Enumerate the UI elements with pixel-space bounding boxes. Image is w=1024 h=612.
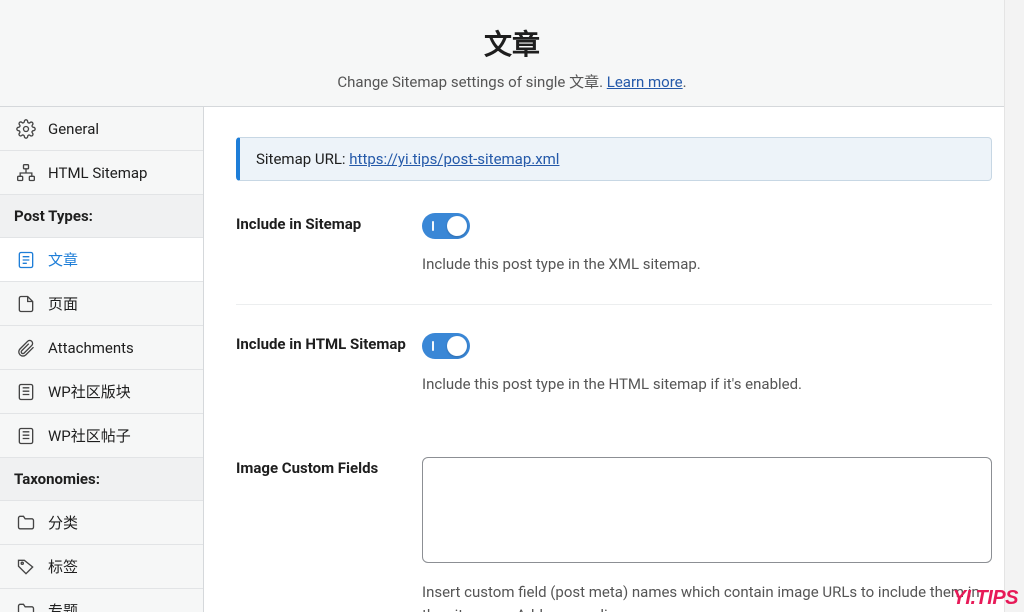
image-custom-fields-textarea[interactable] — [422, 457, 992, 563]
setting-help: Include this post type in the HTML sitem… — [422, 373, 992, 396]
include-sitemap-toggle[interactable] — [422, 213, 470, 239]
sitemap-url-link[interactable]: https://yi.tips/post-sitemap.xml — [349, 150, 559, 168]
sidebar-item-label: WP社区版块 — [48, 381, 131, 402]
page-icon — [16, 294, 36, 314]
setting-label: Image Custom Fields — [236, 457, 422, 477]
setting-label: Include in Sitemap — [236, 213, 422, 233]
sidebar-item-label: HTML Sitemap — [48, 164, 148, 182]
sitemap-url-info: Sitemap URL: https://yi.tips/post-sitema… — [236, 137, 992, 181]
sitemap-icon — [16, 163, 36, 183]
post-icon — [16, 250, 36, 270]
tag-icon — [16, 557, 36, 577]
sidebar-item-label: 分类 — [48, 512, 78, 533]
sidebar-item-label: WP社区帖子 — [48, 425, 131, 446]
setting-label: Include in HTML Sitemap — [236, 333, 422, 353]
sidebar-item-label: General — [48, 120, 99, 138]
include-html-sitemap-toggle[interactable] — [422, 333, 470, 359]
setting-help: Include this post type in the XML sitema… — [422, 253, 992, 276]
setting-include-sitemap: Include in Sitemap Include this post typ… — [236, 213, 992, 305]
setting-image-custom-fields: Image Custom Fields Insert custom field … — [236, 457, 992, 612]
sitemap-url-label: Sitemap URL: — [256, 150, 349, 168]
sidebar-item-label: 文章 — [48, 249, 78, 270]
setting-help: Insert custom field (post meta) names wh… — [422, 581, 992, 612]
sidebar-item-posts[interactable]: 文章 — [0, 238, 203, 282]
page-title: 文章 — [484, 23, 540, 63]
sidebar-item-tags[interactable]: 标签 — [0, 545, 203, 589]
sidebar-item-label: 标签 — [48, 556, 78, 577]
block-icon — [16, 426, 36, 446]
sidebar-item-categories[interactable]: 分类 — [0, 501, 203, 545]
sidebar-item-pages[interactable]: 页面 — [0, 282, 203, 326]
main-content: Sitemap URL: https://yi.tips/post-sitema… — [204, 107, 1024, 612]
sidebar-section-post-types: Post Types: — [0, 195, 203, 238]
sidebar-item-topics[interactable]: 专题 — [0, 589, 203, 612]
sidebar-section-taxonomies: Taxonomies: — [0, 458, 203, 501]
page-header: 文章 Change Sitemap settings of single 文章.… — [0, 0, 1024, 107]
sidebar-item-label: Attachments — [48, 339, 134, 357]
sidebar-item-attachments[interactable]: Attachments — [0, 326, 203, 370]
sidebar-item-wp-block[interactable]: WP社区版块 — [0, 370, 203, 414]
block-icon — [16, 382, 36, 402]
learn-more-link[interactable]: Learn more — [607, 73, 683, 91]
sidebar-item-general[interactable]: General — [0, 107, 203, 151]
sidebar-item-label: 专题 — [48, 600, 78, 612]
attachment-icon — [16, 338, 36, 358]
sidebar-item-label: 页面 — [48, 293, 78, 314]
sidebar: General HTML Sitemap Post Types: 文章 页面 — [0, 107, 204, 612]
sidebar-item-wp-posts[interactable]: WP社区帖子 — [0, 414, 203, 458]
sidebar-item-html-sitemap[interactable]: HTML Sitemap — [0, 151, 203, 195]
page-description: Change Sitemap settings of single 文章. Le… — [337, 71, 686, 92]
folder-icon — [16, 513, 36, 533]
gear-icon — [16, 119, 36, 139]
setting-include-html-sitemap: Include in HTML Sitemap Include this pos… — [236, 333, 992, 446]
folder-icon — [16, 601, 36, 612]
